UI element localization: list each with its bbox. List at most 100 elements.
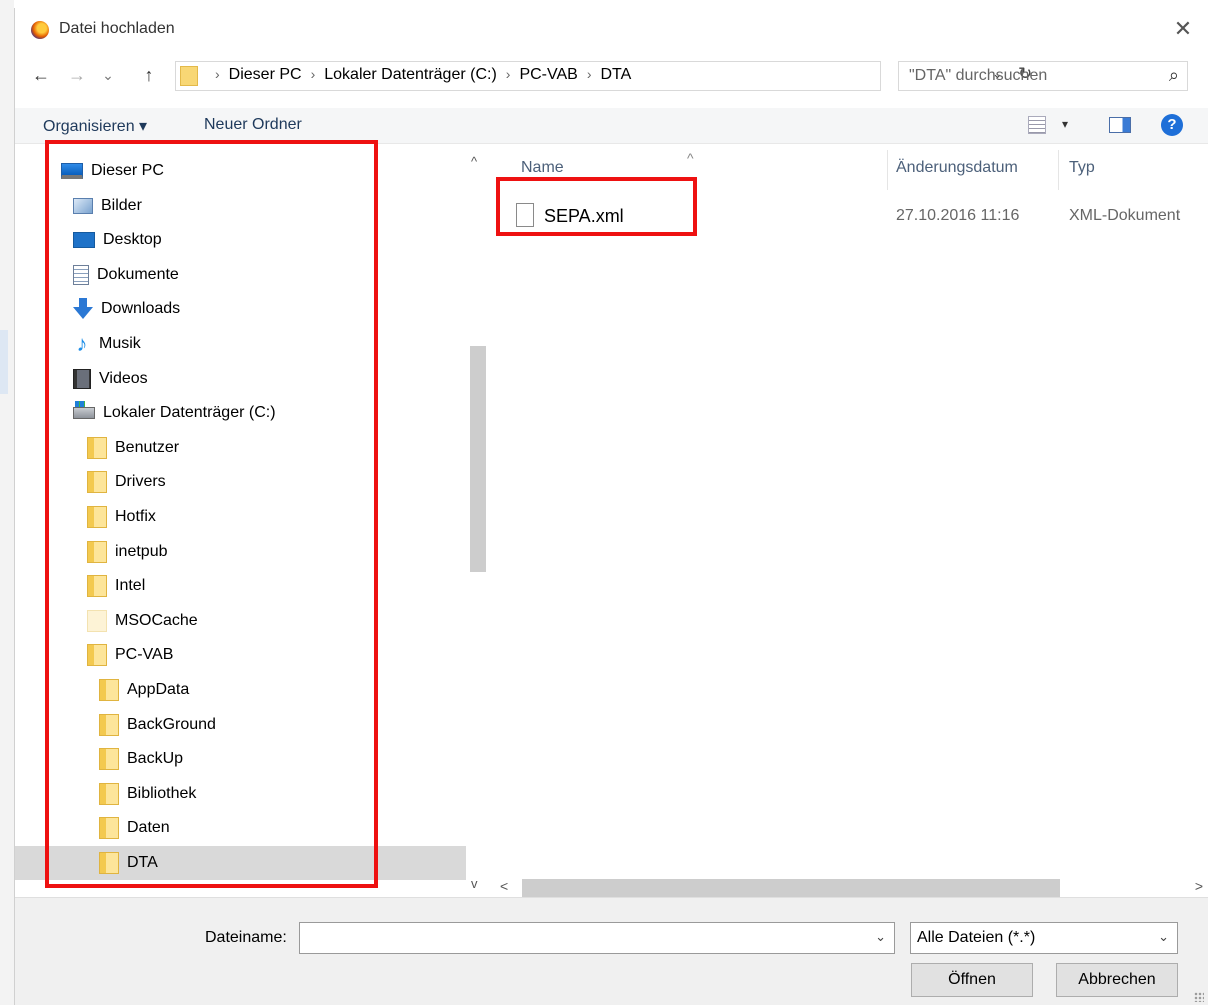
nav-item-bilder[interactable]: Bilder	[15, 189, 466, 223]
search-input[interactable]	[909, 63, 1149, 89]
nav-item-msocache[interactable]: MSOCache	[15, 604, 466, 638]
title-bar: Datei hochladen ✕	[15, 8, 1208, 52]
file-row[interactable]: SEPA.xml 27.10.2016 11:16 XML-Dokument	[494, 200, 1208, 234]
videos-icon	[73, 368, 91, 389]
column-divider[interactable]	[887, 150, 888, 190]
nav-item-musik[interactable]: ♪ Musik	[15, 327, 466, 361]
recent-locations-chevron-icon[interactable]: ⌄	[99, 62, 117, 88]
nav-item-pc-vab[interactable]: PC-VAB	[15, 638, 466, 672]
up-arrow-icon[interactable]: ↑	[137, 62, 161, 88]
scroll-left-icon[interactable]: <	[500, 878, 508, 894]
nav-item-drivers[interactable]: Drivers	[15, 465, 466, 499]
resize-grip-icon[interactable]	[1194, 992, 1204, 1002]
nav-item-label: Intel	[115, 577, 146, 595]
window-title: Datei hochladen	[59, 20, 175, 37]
preview-pane-icon[interactable]	[1109, 117, 1131, 133]
breadcrumb-separator[interactable]: ›	[587, 66, 592, 82]
nav-item-label: Videos	[99, 369, 148, 387]
nav-item-background[interactable]: BackGround	[15, 708, 466, 742]
file-type: XML-Dokument	[1069, 207, 1181, 224]
organize-menu-button[interactable]: Organisieren ▾	[43, 116, 147, 136]
navigation-pane[interactable]: Dieser PC Bilder Desktop Dokumente Downloads…	[15, 146, 490, 888]
breadcrumb-separator[interactable]: ›	[506, 66, 511, 82]
breadcrumb-pc-vab[interactable]: PC-VAB	[519, 66, 577, 83]
folder-icon	[87, 506, 107, 528]
folder-icon	[99, 852, 119, 874]
filename-dropdown-icon[interactable]: ⌄	[875, 929, 886, 945]
nav-item-label: Lokaler Datenträger (C:)	[103, 404, 276, 422]
nav-item-lokaler-datentr-ger-c[interactable]: Lokaler Datenträger (C:)	[15, 396, 466, 430]
nav-item-appdata[interactable]: AppData	[15, 673, 466, 707]
nav-item-backup[interactable]: BackUp	[15, 742, 466, 776]
folder-icon	[99, 679, 119, 701]
navigation-scrollbar[interactable]: ^ v	[466, 146, 490, 891]
open-button[interactable]: Öffnen	[911, 963, 1033, 997]
nav-item-inetpub[interactable]: inetpub	[15, 535, 466, 569]
cancel-button[interactable]: Abbrechen	[1056, 963, 1178, 997]
nav-item-dokumente[interactable]: Dokumente	[15, 258, 466, 292]
nav-item-label: Bilder	[101, 196, 142, 214]
nav-item-mails[interactable]: Mails	[15, 881, 466, 888]
nav-item-bibliothek[interactable]: Bibliothek	[15, 777, 466, 811]
filename-input[interactable]	[306, 924, 856, 952]
column-divider[interactable]	[1058, 150, 1059, 190]
search-icon[interactable]: ⌕	[1169, 65, 1179, 86]
column-header-name[interactable]: Name	[521, 146, 564, 190]
view-dropdown-icon[interactable]: ▾	[1062, 117, 1068, 131]
nav-item-desktop[interactable]: Desktop	[15, 223, 466, 257]
nav-item-dieser-pc[interactable]: Dieser PC	[15, 154, 466, 188]
nav-item-downloads[interactable]: Downloads	[15, 292, 466, 326]
scrollbar-thumb[interactable]	[522, 879, 1060, 897]
view-options-icon[interactable]	[1028, 116, 1046, 134]
desktop-icon	[73, 232, 95, 249]
search-box: ⌕	[898, 61, 1188, 91]
file-list: Name ^ Änderungsdatum Typ SEPA.xml 27.10…	[494, 146, 1208, 888]
file-date: 27.10.2016 11:16	[896, 207, 1020, 224]
nav-item-label: Downloads	[101, 300, 181, 318]
background-app-edge	[0, 0, 14, 1005]
file-type-filter-value: Alle Dateien (*.*)	[917, 929, 1036, 946]
scroll-up-icon[interactable]: ^	[471, 154, 477, 169]
nav-item-label: AppData	[127, 681, 190, 698]
address-row: ← → ⌄ ↑ › Dieser PC › Lokaler Datenträger (…	[15, 56, 1208, 96]
folder-icon-faded	[87, 609, 107, 632]
help-icon[interactable]: ?	[1161, 114, 1183, 136]
column-header-type[interactable]: Typ	[1069, 146, 1095, 190]
scroll-down-icon[interactable]: v	[471, 876, 478, 891]
file-upload-dialog: Datei hochladen ✕ ← → ⌄ ↑ › Dieser PC › Lok…	[14, 8, 1208, 1005]
nav-item-videos[interactable]: Videos	[15, 362, 466, 396]
address-bar[interactable]: › Dieser PC › Lokaler Datenträger (C:) › PC-V…	[175, 61, 1032, 91]
folder-icon	[180, 66, 198, 86]
breadcrumb-dta[interactable]: DTA	[601, 66, 632, 83]
horizontal-scrollbar[interactable]: < >	[494, 877, 1208, 899]
downloads-icon	[73, 298, 93, 320]
sort-caret-icon: ^	[687, 150, 694, 166]
breadcrumb-local-disk[interactable]: Lokaler Datenträger (C:)	[324, 66, 497, 83]
filter-dropdown-icon[interactable]: ⌄	[1158, 929, 1169, 945]
folder-icon	[99, 748, 119, 771]
nav-item-dta[interactable]: DTA	[15, 846, 466, 880]
nav-item-hotfix[interactable]: Hotfix	[15, 500, 466, 534]
filename-combobox: ⌄	[299, 922, 895, 954]
nav-item-label: Drivers	[115, 473, 166, 491]
computer-icon	[61, 163, 83, 179]
new-folder-button[interactable]: Neuer Ordner	[204, 116, 302, 134]
nav-item-benutzer[interactable]: Benutzer	[15, 431, 466, 465]
close-icon[interactable]: ✕	[1168, 14, 1198, 44]
file-type-filter[interactable]: Alle Dateien (*.*) ⌄	[910, 922, 1178, 954]
documents-icon	[73, 264, 89, 285]
scroll-right-icon[interactable]: >	[1195, 878, 1203, 894]
back-arrow-icon[interactable]: ←	[29, 62, 53, 88]
folder-icon	[87, 436, 107, 459]
breadcrumb-dieser-pc[interactable]: Dieser PC	[229, 66, 302, 83]
forward-arrow-icon[interactable]: →	[65, 62, 89, 88]
nav-item-daten[interactable]: Daten	[15, 811, 466, 845]
scrollbar-thumb[interactable]	[470, 346, 486, 572]
folder-icon	[87, 540, 107, 563]
nav-item-label: Daten	[127, 819, 170, 837]
nav-item-label: Benutzer	[115, 438, 180, 456]
breadcrumb-separator[interactable]: ›	[311, 66, 316, 82]
folder-icon	[99, 713, 119, 736]
nav-item-intel[interactable]: Intel	[15, 569, 466, 603]
column-header-modified[interactable]: Änderungsdatum	[896, 146, 1018, 190]
